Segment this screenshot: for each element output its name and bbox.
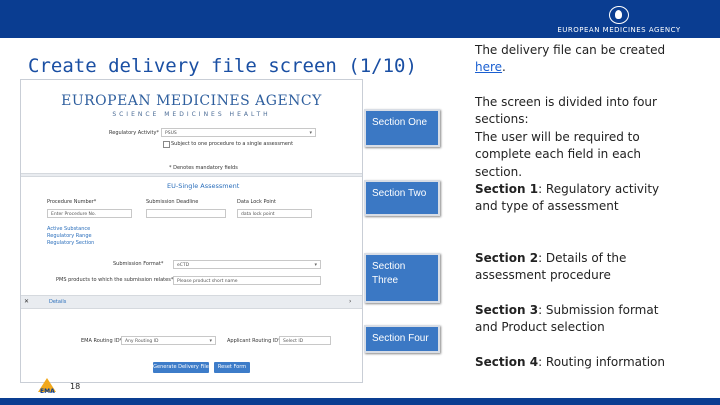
section-four-tag: Section Four xyxy=(364,325,440,353)
pms-products-input[interactable]: Please product short name xyxy=(173,276,321,285)
regulatory-activity-select[interactable]: PSUS xyxy=(161,128,316,137)
procedure-number-label: Procedure Number* xyxy=(47,199,97,205)
section-one-tag: Section One xyxy=(364,109,440,147)
reset-form-button[interactable]: Reset Form xyxy=(214,362,250,373)
note-p3-text: The user will be required to complete ea… xyxy=(475,129,642,179)
screenshot-org-name: EUROPEAN MEDICINES AGENCY xyxy=(61,93,322,109)
note-section-4: Section 4: Routing information xyxy=(475,354,675,371)
note-section-1: Section 1: Regulatory activity and type … xyxy=(475,181,675,216)
submission-format-label: Submission Format* xyxy=(113,261,164,267)
bottom-banner xyxy=(0,398,720,405)
note-section-2: Section 2: Details of the assessment pro… xyxy=(475,250,675,285)
ema-routing-select[interactable]: Any Routing ID xyxy=(121,336,216,345)
procedure-number-input[interactable]: Enter Procedure No. xyxy=(47,209,132,218)
generate-delivery-file-button[interactable]: Generate Delivery File xyxy=(153,362,209,373)
details-collapse-label[interactable]: Details xyxy=(49,299,66,305)
eu-single-assessment-title: EU-Single Assessment xyxy=(167,182,240,190)
here-link[interactable]: here xyxy=(475,60,502,74)
section-2-label: Section 2 xyxy=(475,251,539,265)
details-collapse-bar[interactable]: ✕ Details › xyxy=(21,295,362,309)
section-three-tag: Section Three xyxy=(364,253,440,303)
submission-deadline-input[interactable] xyxy=(146,209,226,218)
ema-emblem-icon xyxy=(609,6,629,24)
note-p1: The delivery file can be created here. xyxy=(475,42,675,77)
slide-title: Create delivery file screen (1/10) xyxy=(28,55,417,77)
close-icon[interactable]: ✕ xyxy=(24,298,29,305)
ema-routing-label: EMA Routing ID* xyxy=(81,338,123,344)
header-logo-text: EUROPEAN MEDICINES AGENCY xyxy=(557,26,681,34)
section-two-tag: Section Two xyxy=(364,180,440,216)
section-3-label: Section 3 xyxy=(475,303,539,317)
ema-header-logo: EUROPEAN MEDICINES AGENCY xyxy=(544,6,694,36)
delivery-file-screenshot: EUROPEAN MEDICINES AGENCY SCIENCE MEDICI… xyxy=(20,79,363,383)
section-4-text: : Routing information xyxy=(538,355,665,369)
link-regulatory-range[interactable]: Regulatory Range xyxy=(47,233,92,239)
page-number: 18 xyxy=(70,382,81,391)
mandatory-note: * Denotes mandatory fields xyxy=(169,165,238,171)
note-section-3: Section 3: Submission format and Product… xyxy=(475,302,675,337)
note-p1-text: The delivery file can be created xyxy=(475,43,666,57)
applicant-routing-label: Applicant Routing ID* xyxy=(227,338,281,344)
note-p2: The screen is divided into four sections… xyxy=(475,94,675,216)
screenshot-tagline: SCIENCE MEDICINES HEALTH xyxy=(112,111,271,118)
submission-deadline-label: Submission Deadline xyxy=(146,199,199,205)
section-4-label: Section 4 xyxy=(475,355,539,369)
pms-products-label: PMS products to which the submission rel… xyxy=(56,277,174,283)
ema-footer-logo: EMA xyxy=(34,376,64,396)
note-p2-text: The screen is divided into four sections… xyxy=(475,95,657,127)
section-divider xyxy=(21,173,362,177)
chevron-right-icon[interactable]: › xyxy=(349,298,351,305)
link-regulatory-section[interactable]: Regulatory Section xyxy=(47,240,94,246)
top-banner: EUROPEAN MEDICINES AGENCY xyxy=(0,0,720,38)
note-p1-end: . xyxy=(502,60,506,75)
data-lock-point-label: Data Lock Point xyxy=(237,199,276,205)
single-assessment-label: Subject to one procedure to a single ass… xyxy=(171,141,294,147)
regulatory-activity-label: Regulatory Activity* xyxy=(109,130,159,136)
single-assessment-checkbox[interactable] xyxy=(163,141,170,148)
section-1-label: Section 1 xyxy=(475,182,539,197)
data-lock-point-input[interactable]: data lock point xyxy=(237,209,312,218)
link-active-substance[interactable]: Active Substance xyxy=(47,226,90,232)
submission-format-select[interactable]: eCTD xyxy=(173,260,321,269)
ema-footer-logo-text: EMA xyxy=(40,388,55,395)
applicant-routing-input[interactable]: Select ID xyxy=(279,336,331,345)
